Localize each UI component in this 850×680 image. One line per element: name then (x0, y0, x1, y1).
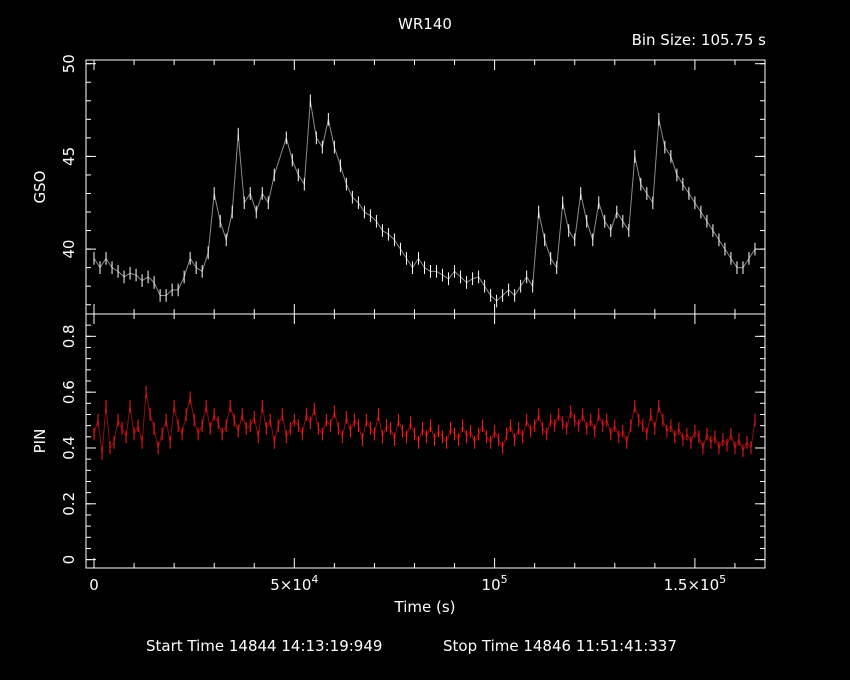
pin-ytick-label: 0.2 (60, 492, 78, 516)
pin-ytick-label: 0.8 (60, 324, 78, 348)
gso-ytick-label: 40 (60, 240, 78, 259)
chart-title: WR140 (398, 15, 452, 33)
start-time-label: Start Time 14844 14:13:19:949 (146, 637, 382, 655)
xtick-label-exponent: 5 (719, 573, 726, 586)
xtick-label-base: 0 (89, 576, 99, 594)
pin-ytick-label: 0.6 (60, 380, 78, 404)
xtick-label: 5×104 (270, 573, 318, 594)
xtick-label-base: 10 (482, 576, 501, 594)
xtick-label-exponent: 5 (501, 573, 508, 586)
x-axis-label: Time (s) (394, 598, 456, 616)
gso-axis-label: GSO (31, 171, 49, 204)
xtick-label: 1.5×105 (664, 573, 727, 594)
xtick-label-base: 5×10 (270, 576, 311, 594)
xtick-label-base: 1.5×10 (664, 576, 720, 594)
gso-ytick-label: 45 (60, 147, 78, 166)
gso-ytick-label: 50 (60, 54, 78, 73)
lightcurve-chart: WR140 Bin Size: 105.75 s 40455000.20.40.… (0, 0, 850, 680)
pin-ytick-label: 0.4 (60, 436, 78, 460)
pin-ytick-label: 0 (60, 555, 78, 565)
stop-time-label: Stop Time 14846 11:51:41:337 (443, 637, 677, 655)
pin-axis-label: PIN (31, 429, 49, 454)
xtick-label-exponent: 4 (311, 573, 318, 586)
xtick-label: 0 (89, 576, 99, 594)
bin-size-label: Bin Size: 105.75 s (632, 31, 767, 49)
